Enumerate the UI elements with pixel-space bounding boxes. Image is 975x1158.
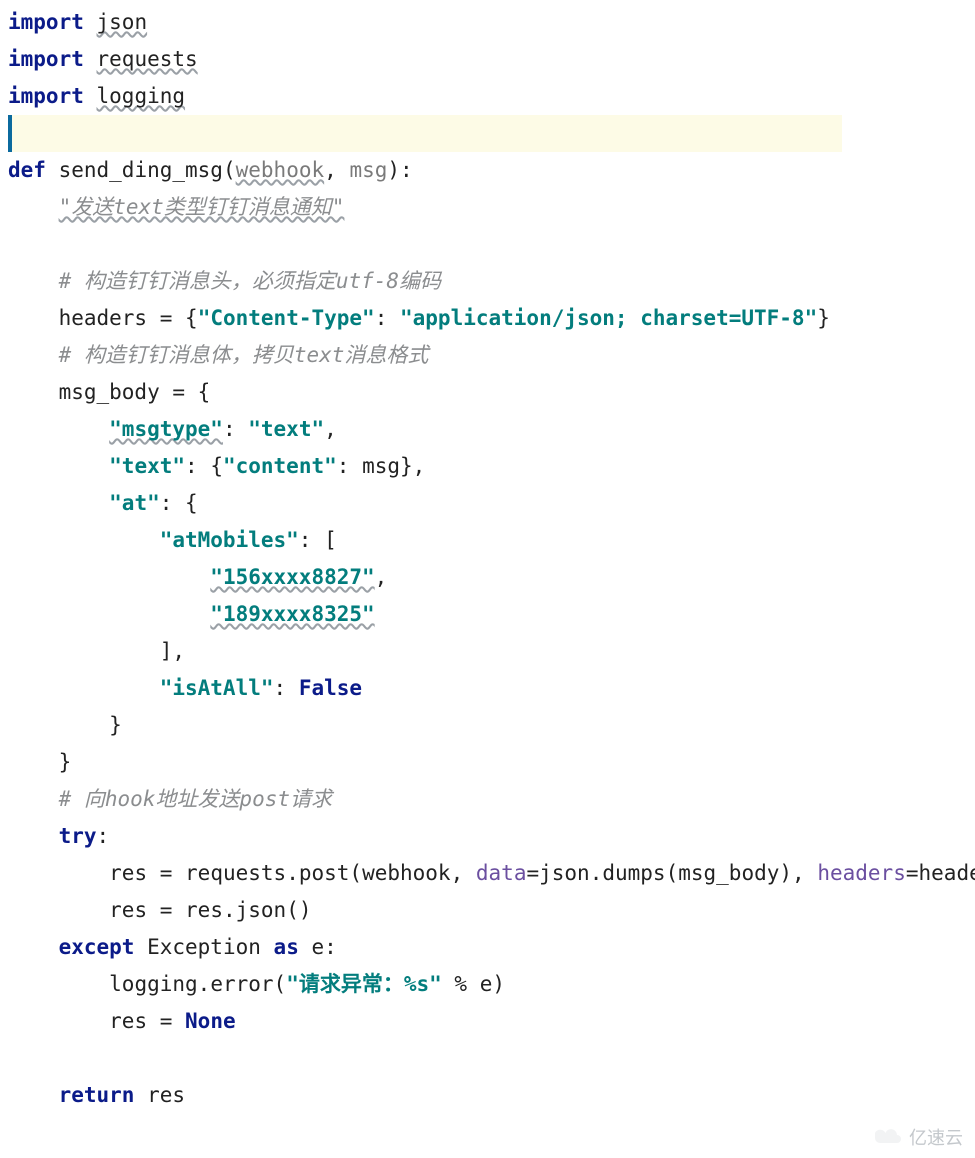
watermark: 亿速云 bbox=[875, 1124, 963, 1150]
comment: # 构造钉钉消息头，必须指定utf-8编码 bbox=[59, 269, 442, 293]
line: # 向hook地址发送post请求 bbox=[8, 787, 332, 811]
line: ], bbox=[8, 639, 185, 663]
highlighted-blank-line bbox=[8, 115, 842, 152]
line: # 构造钉钉消息头，必须指定utf-8编码 bbox=[8, 269, 441, 293]
comment: # 向hook地址发送post请求 bbox=[59, 787, 332, 811]
keyword-import: import bbox=[8, 10, 84, 34]
line: "189xxxx8325" bbox=[8, 602, 375, 626]
line: } bbox=[8, 713, 122, 737]
line: "at": { bbox=[8, 491, 198, 515]
keyword-false: False bbox=[299, 676, 362, 700]
line: headers = {"Content-Type": "application/… bbox=[8, 306, 830, 330]
line: import requests bbox=[8, 47, 198, 71]
watermark-text: 亿速云 bbox=[909, 1124, 963, 1150]
line: logging.error("请求异常：%s" % e) bbox=[8, 972, 505, 996]
line: "atMobiles": [ bbox=[8, 528, 337, 552]
docstring: "发送text类型钉钉消息通知" bbox=[59, 195, 345, 219]
keyword-def: def bbox=[8, 158, 46, 182]
code-block: import json import requests import loggi… bbox=[0, 0, 975, 1118]
line: try: bbox=[8, 824, 109, 848]
line: def send_ding_msg(webhook, msg): bbox=[8, 158, 413, 182]
cloud-icon bbox=[875, 1128, 903, 1146]
line: res = requests.post(webhook, data=json.d… bbox=[8, 861, 975, 885]
line: except Exception as e: bbox=[8, 935, 337, 959]
comment: # 构造钉钉消息体，拷贝text消息格式 bbox=[59, 343, 429, 367]
line: "156xxxx8827", bbox=[8, 565, 387, 589]
keyword-try: try bbox=[59, 824, 97, 848]
keyword-return: return bbox=[59, 1083, 135, 1107]
line: } bbox=[8, 750, 71, 774]
line: return res bbox=[8, 1083, 185, 1107]
keyword-none: None bbox=[185, 1009, 236, 1033]
line: "发送text类型钉钉消息通知" bbox=[8, 195, 344, 219]
line: msg_body = { bbox=[8, 380, 210, 404]
line: import json bbox=[8, 10, 147, 34]
line: "msgtype": "text", bbox=[8, 417, 337, 441]
line: import logging bbox=[8, 84, 185, 108]
function-name: send_ding_msg bbox=[59, 158, 223, 182]
keyword-as: as bbox=[274, 935, 299, 959]
keyword-except: except bbox=[59, 935, 135, 959]
line: res = res.json() bbox=[8, 898, 312, 922]
line: res = None bbox=[8, 1009, 236, 1033]
line: # 构造钉钉消息体，拷贝text消息格式 bbox=[8, 343, 428, 367]
line: "isAtAll": False bbox=[8, 676, 362, 700]
line: "text": {"content": msg}, bbox=[8, 454, 425, 478]
